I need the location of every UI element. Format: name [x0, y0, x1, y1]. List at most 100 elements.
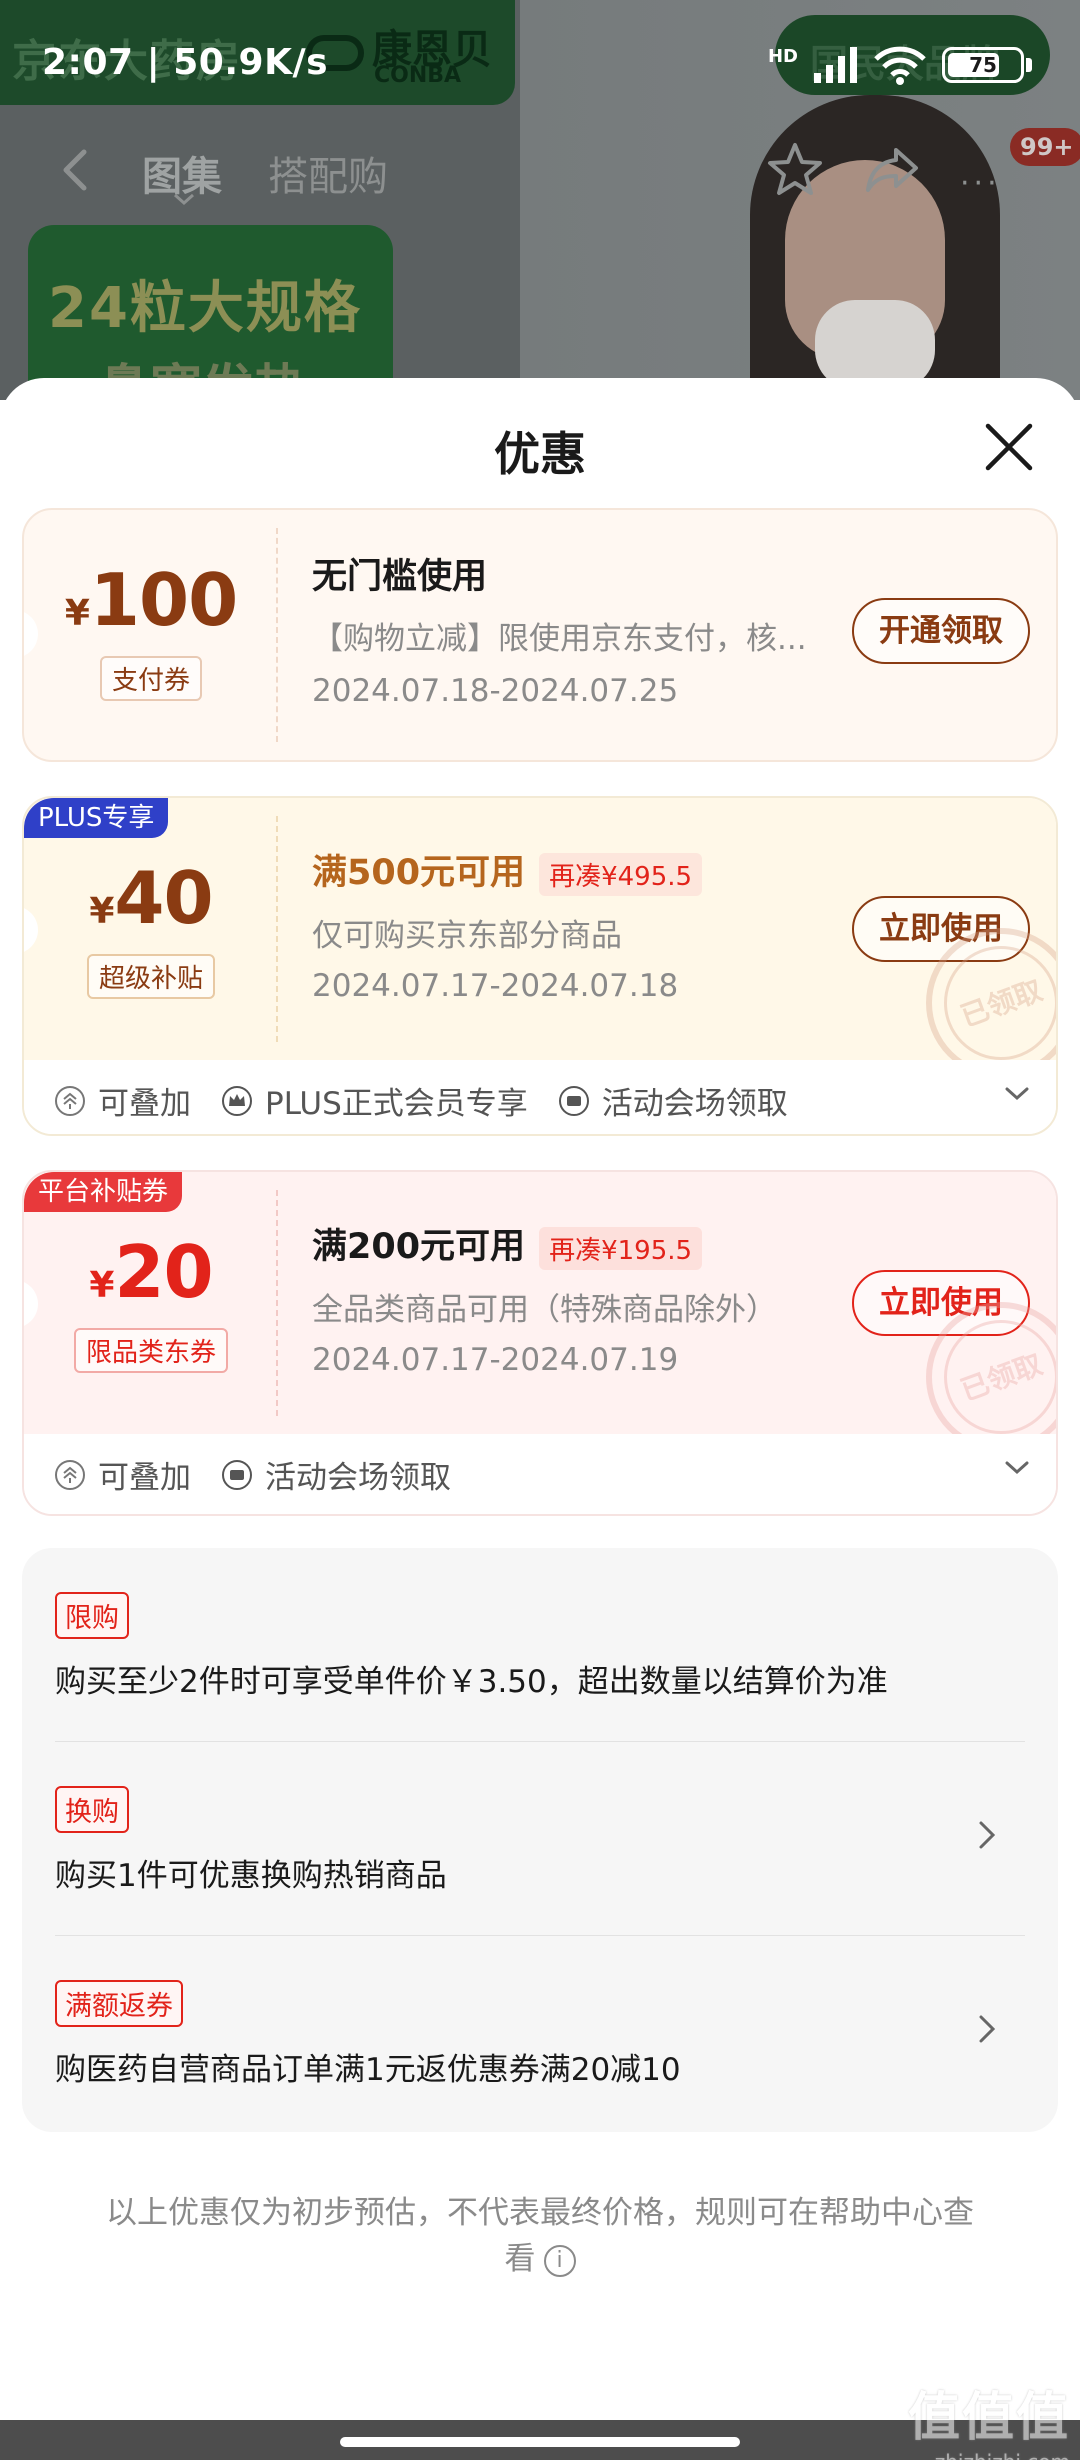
- coupon-type-label: 超级补贴: [86, 954, 215, 999]
- wifi-icon: [874, 46, 926, 85]
- discount-sheet: 优惠 ¥100 支付券 无门槛使用 【购物立减】限使用京东支付，核... 202…: [0, 378, 1080, 2460]
- info-icon[interactable]: i: [543, 2244, 576, 2277]
- coupon-type: 超级补贴: [24, 954, 278, 999]
- status-bar: 2:07 | 50.9K/s HD 75: [0, 0, 1080, 135]
- chevron-right-icon: [979, 2015, 996, 2043]
- coupon-title: 满200元可用 再凑¥195.5: [312, 1218, 703, 1270]
- claim-coupon-button[interactable]: 开通领取: [852, 598, 1030, 664]
- promo-text: 购医药自营商品订单满1元返优惠券满20减10: [55, 2052, 681, 2088]
- feature-stackable: 可叠加: [54, 1078, 191, 1123]
- product-banner: 24粒大规格 鼻塞发热: [28, 225, 393, 400]
- disclaimer-text: 以上优惠仅为初步预估，不代表最终价格，规则可在帮助中心查看: [106, 2195, 974, 2277]
- promo-tag: 换购: [55, 1786, 129, 1833]
- coupon-desc: 【购物立减】限使用京东支付，核...: [312, 621, 807, 657]
- feature-venue-label: 活动会场领取: [265, 1460, 451, 1496]
- coupon-price: ¥40: [24, 856, 278, 940]
- coupon-type: 限品类东券: [24, 1328, 278, 1373]
- more-icon[interactable]: ···: [960, 166, 1001, 201]
- tab-indicator-icon: [174, 193, 194, 206]
- ticket-icon: [558, 1085, 589, 1116]
- claimed-stamp: 已领取: [926, 928, 1056, 1078]
- crown-icon: [222, 1085, 252, 1116]
- share-icon[interactable]: [862, 142, 922, 198]
- coupon-date: 2024.07.18-2024.07.25: [312, 673, 679, 709]
- feature-plus-member: PLUS正式会员专享: [221, 1078, 528, 1123]
- watermark-logo: 值值值: [907, 2388, 1070, 2448]
- coupon-card-plus: PLUS专享 ¥40 超级补贴 满500元可用 再凑¥495.5 仅可购买京东部分…: [22, 796, 1058, 1136]
- status-icons: HD 75: [768, 44, 1032, 86]
- coupon-main: PLUS专享 ¥40 超级补贴 满500元可用 再凑¥495.5 仅可购买京东部分…: [24, 798, 1056, 1078]
- coupon-desc: 仅可购买京东部分商品: [312, 918, 622, 954]
- message-badge: 99+: [1010, 128, 1080, 166]
- battery-level: 75: [969, 53, 997, 77]
- coupon-footer[interactable]: 可叠加 PLUS正式会员专享 活动会场领取: [24, 1060, 1056, 1134]
- currency-symbol: ¥: [89, 891, 115, 932]
- promotions-panel: 限购 购买至少2件时可享受单件价￥3.50，超出数量以结算价为准 换购 购买1件…: [22, 1548, 1058, 2132]
- promo-tag: 满额返券: [55, 1980, 183, 2027]
- feature-venue: 活动会场领取: [558, 1078, 788, 1123]
- disclaimer: 以上优惠仅为初步预估，不代表最终价格，规则可在帮助中心查看 i: [100, 2190, 980, 2282]
- remaining-amount-tag: 再凑¥195.5: [539, 1226, 703, 1270]
- feature-plus-label: PLUS正式会员专享: [265, 1086, 528, 1122]
- hd-label: HD: [767, 45, 798, 67]
- coupon-title: 满500元可用 再凑¥495.5: [312, 844, 703, 896]
- watermark: 值值值 zhizhizhi.com: [908, 2375, 1070, 2460]
- coupon-features: 可叠加 PLUS正式会员专享 活动会场领取: [54, 1078, 788, 1123]
- banner-line1: 24粒大规格: [48, 276, 362, 341]
- promo-text: 购买至少2件时可享受单件价￥3.50，超出数量以结算价为准: [55, 1664, 888, 1700]
- coupon-price: ¥20: [24, 1230, 278, 1314]
- sheet-title: 优惠: [494, 427, 586, 481]
- close-icon[interactable]: [978, 416, 1040, 478]
- chevron-right-icon: [979, 1821, 996, 1849]
- feature-stackable-label: 可叠加: [98, 1460, 191, 1496]
- coupon-amount: 100: [89, 558, 238, 642]
- coupon-card-platform: 平台补贴券 ¥20 限品类东券 满200元可用 再凑¥195.5 全品类商品可用（…: [22, 1170, 1058, 1516]
- ticket-icon: [222, 1459, 252, 1490]
- feature-stackable: 可叠加: [54, 1452, 191, 1497]
- coupon-type-label: 限品类东券: [73, 1328, 228, 1373]
- chevron-down-icon[interactable]: [1004, 1460, 1030, 1476]
- remaining-amount-tag: 再凑¥495.5: [539, 852, 703, 896]
- home-indicator[interactable]: [340, 2437, 740, 2447]
- star-icon[interactable]: [765, 140, 825, 200]
- feature-venue-label: 活动会场领取: [601, 1086, 788, 1122]
- promo-item-purchase-limit: 限购 购买至少2件时可享受单件价￥3.50，超出数量以结算价为准: [22, 1548, 1058, 1742]
- coupon-type-label: 支付券: [99, 656, 202, 701]
- back-icon[interactable]: [50, 142, 106, 198]
- tissue: [815, 300, 935, 390]
- claimed-stamp: 已领取: [926, 1302, 1056, 1452]
- promo-item-cashback-coupon[interactable]: 满额返券 购医药自营商品订单满1元返优惠券满20减10: [22, 1936, 1058, 2130]
- platform-subsidy-tag: 平台补贴券: [24, 1172, 183, 1212]
- watermark-url: zhizhizhi.com: [908, 2450, 1070, 2460]
- coupon-date: 2024.07.17-2024.07.18: [312, 968, 679, 1004]
- currency-symbol: ¥: [64, 593, 90, 634]
- status-time: 2:07 | 50.9K/s: [42, 42, 329, 83]
- chevron-down-icon[interactable]: [1004, 1086, 1030, 1102]
- coupon-type: 支付券: [24, 656, 278, 701]
- signal-icon: [814, 47, 857, 83]
- coupon-title: 无门槛使用: [312, 557, 488, 597]
- product-nav: 图集 搭配购 ··· 99+: [0, 128, 1080, 210]
- coupon-desc: 全品类商品可用（特殊商品除外）: [312, 1292, 777, 1328]
- plus-exclusive-tag: PLUS专享: [24, 798, 169, 838]
- promo-text: 购买1件可优惠换购热销商品: [55, 1858, 447, 1894]
- stack-icon: [55, 1459, 85, 1490]
- coupon-main: 平台补贴券 ¥20 限品类东券 满200元可用 再凑¥195.5 全品类商品可用（…: [24, 1172, 1056, 1452]
- coupon-price: ¥100: [24, 558, 278, 642]
- coupon-footer[interactable]: 可叠加 活动会场领取: [24, 1434, 1056, 1514]
- promo-tag: 限购: [55, 1592, 129, 1639]
- feature-venue: 活动会场领取: [221, 1452, 451, 1497]
- coupon-amount: 40: [114, 856, 213, 940]
- stack-icon: [55, 1085, 85, 1116]
- coupon-date: 2024.07.17-2024.07.19: [312, 1342, 679, 1378]
- coupon-threshold: 满500元可用: [312, 853, 526, 893]
- coupon-amount: 20: [114, 1230, 213, 1314]
- battery-icon: 75: [942, 47, 1024, 83]
- currency-symbol: ¥: [89, 1265, 115, 1306]
- battery-tip: [1026, 58, 1032, 72]
- coupon-card-payment: ¥100 支付券 无门槛使用 【购物立减】限使用京东支付，核... 2024.0…: [22, 508, 1058, 762]
- feature-stackable-label: 可叠加: [98, 1086, 191, 1122]
- tab-bundle[interactable]: 搭配购: [268, 144, 388, 202]
- promo-item-trade-in[interactable]: 换购 购买1件可优惠换购热销商品: [22, 1742, 1058, 1936]
- coupon-features: 可叠加 活动会场领取: [54, 1452, 451, 1497]
